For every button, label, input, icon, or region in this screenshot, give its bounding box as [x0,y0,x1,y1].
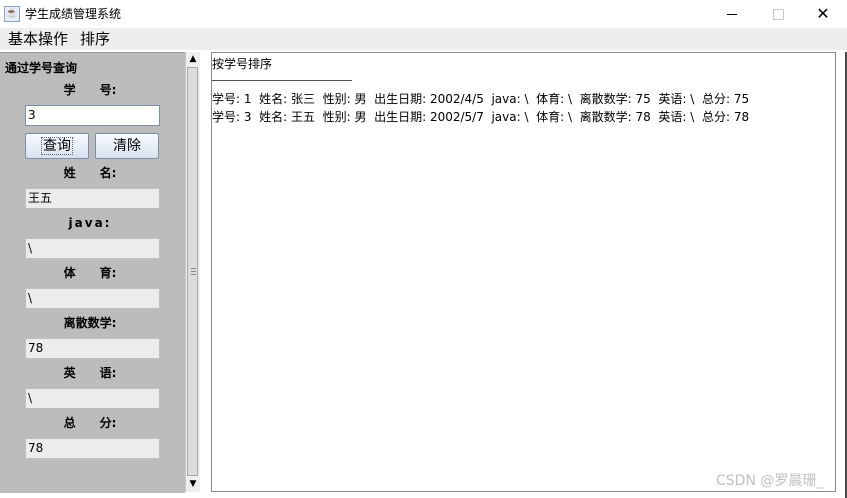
query-button[interactable]: 查询 [25,133,89,159]
minimize-button[interactable] [709,0,755,28]
vertical-scrollbar[interactable]: ▲ ▼ [185,52,200,492]
discrete-math-field[interactable]: 78 [25,338,160,359]
query-panel: 通过学号查询 学 号: 3 查询 清除 姓 名: 王五 java: \ 体 育:… [0,52,185,493]
grip-line [191,268,196,269]
menu-bar: 基本操作 排序 [0,28,847,50]
scroll-up-arrow-icon[interactable]: ▲ [186,52,200,66]
grip-line [191,274,196,275]
english-label: 英 语: [63,366,117,380]
java-cup-icon: ☕ [4,6,20,22]
output-text-area[interactable]: 按学号排序 学号: 1 姓名: 张三 性别: 男 出生日期: 2002/4/5 … [211,52,836,492]
output-row: 学号: 1 姓名: 张三 性别: 男 出生日期: 2002/4/5 java: … [212,92,750,106]
minimize-icon [727,14,737,15]
divider-line [212,80,352,81]
name-label: 姓 名: [63,166,117,180]
total-field[interactable]: 78 [25,438,160,459]
clear-button[interactable]: 清除 [95,133,159,159]
menu-basic-operations[interactable]: 基本操作 [8,29,68,49]
window-title: 学生成绩管理系统 [25,7,122,21]
maximize-icon [773,9,784,20]
focus-indicator [41,137,73,155]
title-bar: ☕ 学生成绩管理系统 ✕ [0,0,847,28]
grip-line [191,271,196,272]
student-id-label: 学 号: [63,83,117,97]
scroll-down-arrow-icon[interactable]: ▼ [186,477,200,491]
output-heading: 按学号排序 [212,57,273,71]
name-field[interactable]: 王五 [25,188,160,209]
english-field[interactable]: \ [25,388,160,409]
watermark: CSDN @罗晨珊_ [716,473,824,489]
maximize-button[interactable] [755,0,801,28]
java-field[interactable]: \ [25,238,160,259]
java-label: java: [68,216,112,230]
output-row: 学号: 3 姓名: 王五 性别: 男 出生日期: 2002/5/7 java: … [212,110,750,124]
panel-heading: 通过学号查询 [5,61,78,75]
scroll-thumb[interactable] [187,67,198,476]
pe-label: 体 育: [63,266,117,280]
menu-sort[interactable]: 排序 [80,29,110,49]
discrete-math-label: 离散数学: [63,316,117,330]
student-id-input[interactable]: 3 [25,105,160,126]
close-button[interactable]: ✕ [800,0,846,28]
pe-field[interactable]: \ [25,288,160,309]
total-label: 总 分: [63,416,117,430]
